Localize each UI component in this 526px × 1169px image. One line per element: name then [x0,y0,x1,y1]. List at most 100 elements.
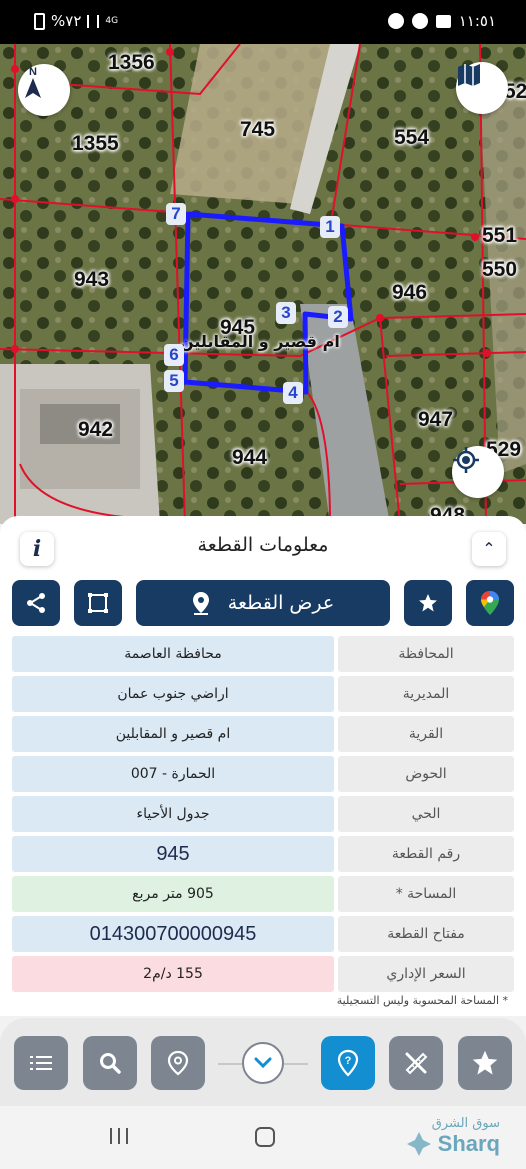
chevron-down-icon [254,1057,272,1069]
row-parcel-number: 945 رقم القطعة [12,836,514,872]
parcel-info-sheet: i معلومات القطعة ⌃ عرض القطعة محافظة الع… [0,516,526,1016]
show-parcel-button[interactable]: عرض القطعة [136,580,390,626]
area-value: 905 متر مربع [12,876,334,912]
chevron-up-icon: ⌃ [482,539,496,558]
basin-value: الحمارة - 007 [12,756,334,792]
vertex-marker: 7 [166,203,186,225]
village-label: ام قصير و المقابلين [180,332,340,351]
bottom-toolbar: ? [0,1018,526,1106]
vertex-marker: 4 [283,382,303,404]
recents-button[interactable] [108,1126,130,1150]
battery-icon [34,12,45,30]
battery-percent: %٧٢ [51,12,82,30]
collapse-button[interactable]: ⌃ [472,532,506,566]
directorate-value: اراضي جنوب عمان [12,676,334,712]
watermark-arabic: سوق الشرق [431,1116,500,1131]
map-icon [458,64,480,86]
measure-tools-button[interactable] [389,1036,443,1090]
show-parcel-label: عرض القطعة [227,592,335,614]
row-basin: الحمارة - 007 الحوض [12,756,514,792]
list-icon [30,1056,52,1070]
parcel-key-value: 014300700000945 [12,916,334,952]
row-area: 905 متر مربع المساحة * [12,876,514,912]
svg-text:N: N [29,66,37,78]
favorite-button[interactable] [404,580,452,626]
plot-label: 943 [74,268,110,291]
vertex-marker: 1 [320,216,340,238]
parcel-key-label: مفتاح القطعة [338,916,514,952]
watermark-logo-icon [406,1132,431,1156]
plot-label: 745 [240,118,276,141]
plot-label: 947 [418,408,454,431]
gallery-icon [435,14,451,28]
search-icon [100,1053,121,1074]
sheet-title: معلومات القطعة [197,534,329,556]
plot-label: 1355 [72,132,119,155]
star-icon [419,594,437,612]
satellite-map[interactable]: 1356 1355 745 554 551 550 943 946 945 94… [0,44,526,524]
vertex-marker: 3 [276,302,296,324]
admin-price-label: السعر الإداري [338,956,514,992]
plot-label: 946 [392,281,428,304]
status-bar: %٧٢ 4G ١١:٥١ [0,0,526,44]
directorate-label: المديرية [338,676,514,712]
watermark: سوق الشرق Sharq [406,1116,500,1157]
row-governorate: محافظة العاصمة المحافظة [12,636,514,672]
compass-button[interactable]: N [18,64,70,116]
parcel-info-button[interactable]: ? [321,1036,375,1090]
map-layers-button[interactable] [456,62,508,114]
village-value: ام قصير و المقابلين [12,716,334,752]
expand-toolbar-button[interactable] [242,1042,284,1084]
boundary-button[interactable] [74,580,122,626]
row-village: ام قصير و المقابلين القرية [12,716,514,752]
google-maps-icon [481,591,499,615]
plot-label: 1356 [108,51,155,74]
vertex-marker: 5 [164,370,184,392]
plot-label: 551 [482,224,518,247]
place-search-button[interactable] [151,1036,205,1090]
recents-icon [110,1128,128,1144]
whatsapp-icon [387,13,404,29]
area-label: المساحة * [338,876,514,912]
share-icon [27,593,45,613]
village-label: القرية [338,716,514,752]
vertex-marker: 6 [164,344,184,366]
search-button[interactable] [83,1036,137,1090]
compass-icon: N [25,66,41,98]
star-icon [472,1050,498,1075]
location-pin-icon [192,592,209,615]
plot-label: 944 [232,446,268,469]
parcel-details-table: محافظة العاصمة المحافظة اراضي جنوب عمان … [12,636,514,996]
home-button[interactable] [254,1126,276,1152]
plot-label: 942 [78,418,114,441]
locate-icon [453,447,479,473]
row-admin-price: 155 د/م2 السعر الإداري [12,956,514,992]
row-district: جدول الأحياء الحي [12,796,514,832]
favorites-button[interactable] [458,1036,512,1090]
share-button[interactable] [12,580,60,626]
parcel-number-label: رقم القطعة [338,836,514,872]
plot-label: 550 [482,258,518,281]
google-maps-button[interactable] [466,580,514,626]
pin-search-icon [167,1050,189,1076]
polygon-icon [88,593,108,613]
network-type: 4G [105,16,119,26]
svg-text:?: ? [345,1055,352,1067]
plot-label: 554 [394,126,430,149]
home-icon [255,1127,275,1147]
row-directorate: اراضي جنوب عمان المديرية [12,676,514,712]
governorate-label: المحافظة [338,636,514,672]
district-value: جدول الأحياء [12,796,334,832]
pin-question-icon: ? [337,1049,359,1077]
clock: ١١:٥١ [458,12,496,30]
parcel-number-value: 945 [12,836,334,872]
area-footnote: * المساحة المحسوبة وليس التسجيلية [336,994,508,1007]
watermark-english: Sharq [437,1131,500,1156]
vertex-marker: 2 [328,306,348,328]
menu-button[interactable] [14,1036,68,1090]
whatsapp-icon-2 [411,13,428,29]
row-parcel-key: 014300700000945 مفتاح القطعة [12,916,514,952]
basin-label: الحوض [338,756,514,792]
my-location-button[interactable] [452,446,504,498]
district-label: الحي [338,796,514,832]
